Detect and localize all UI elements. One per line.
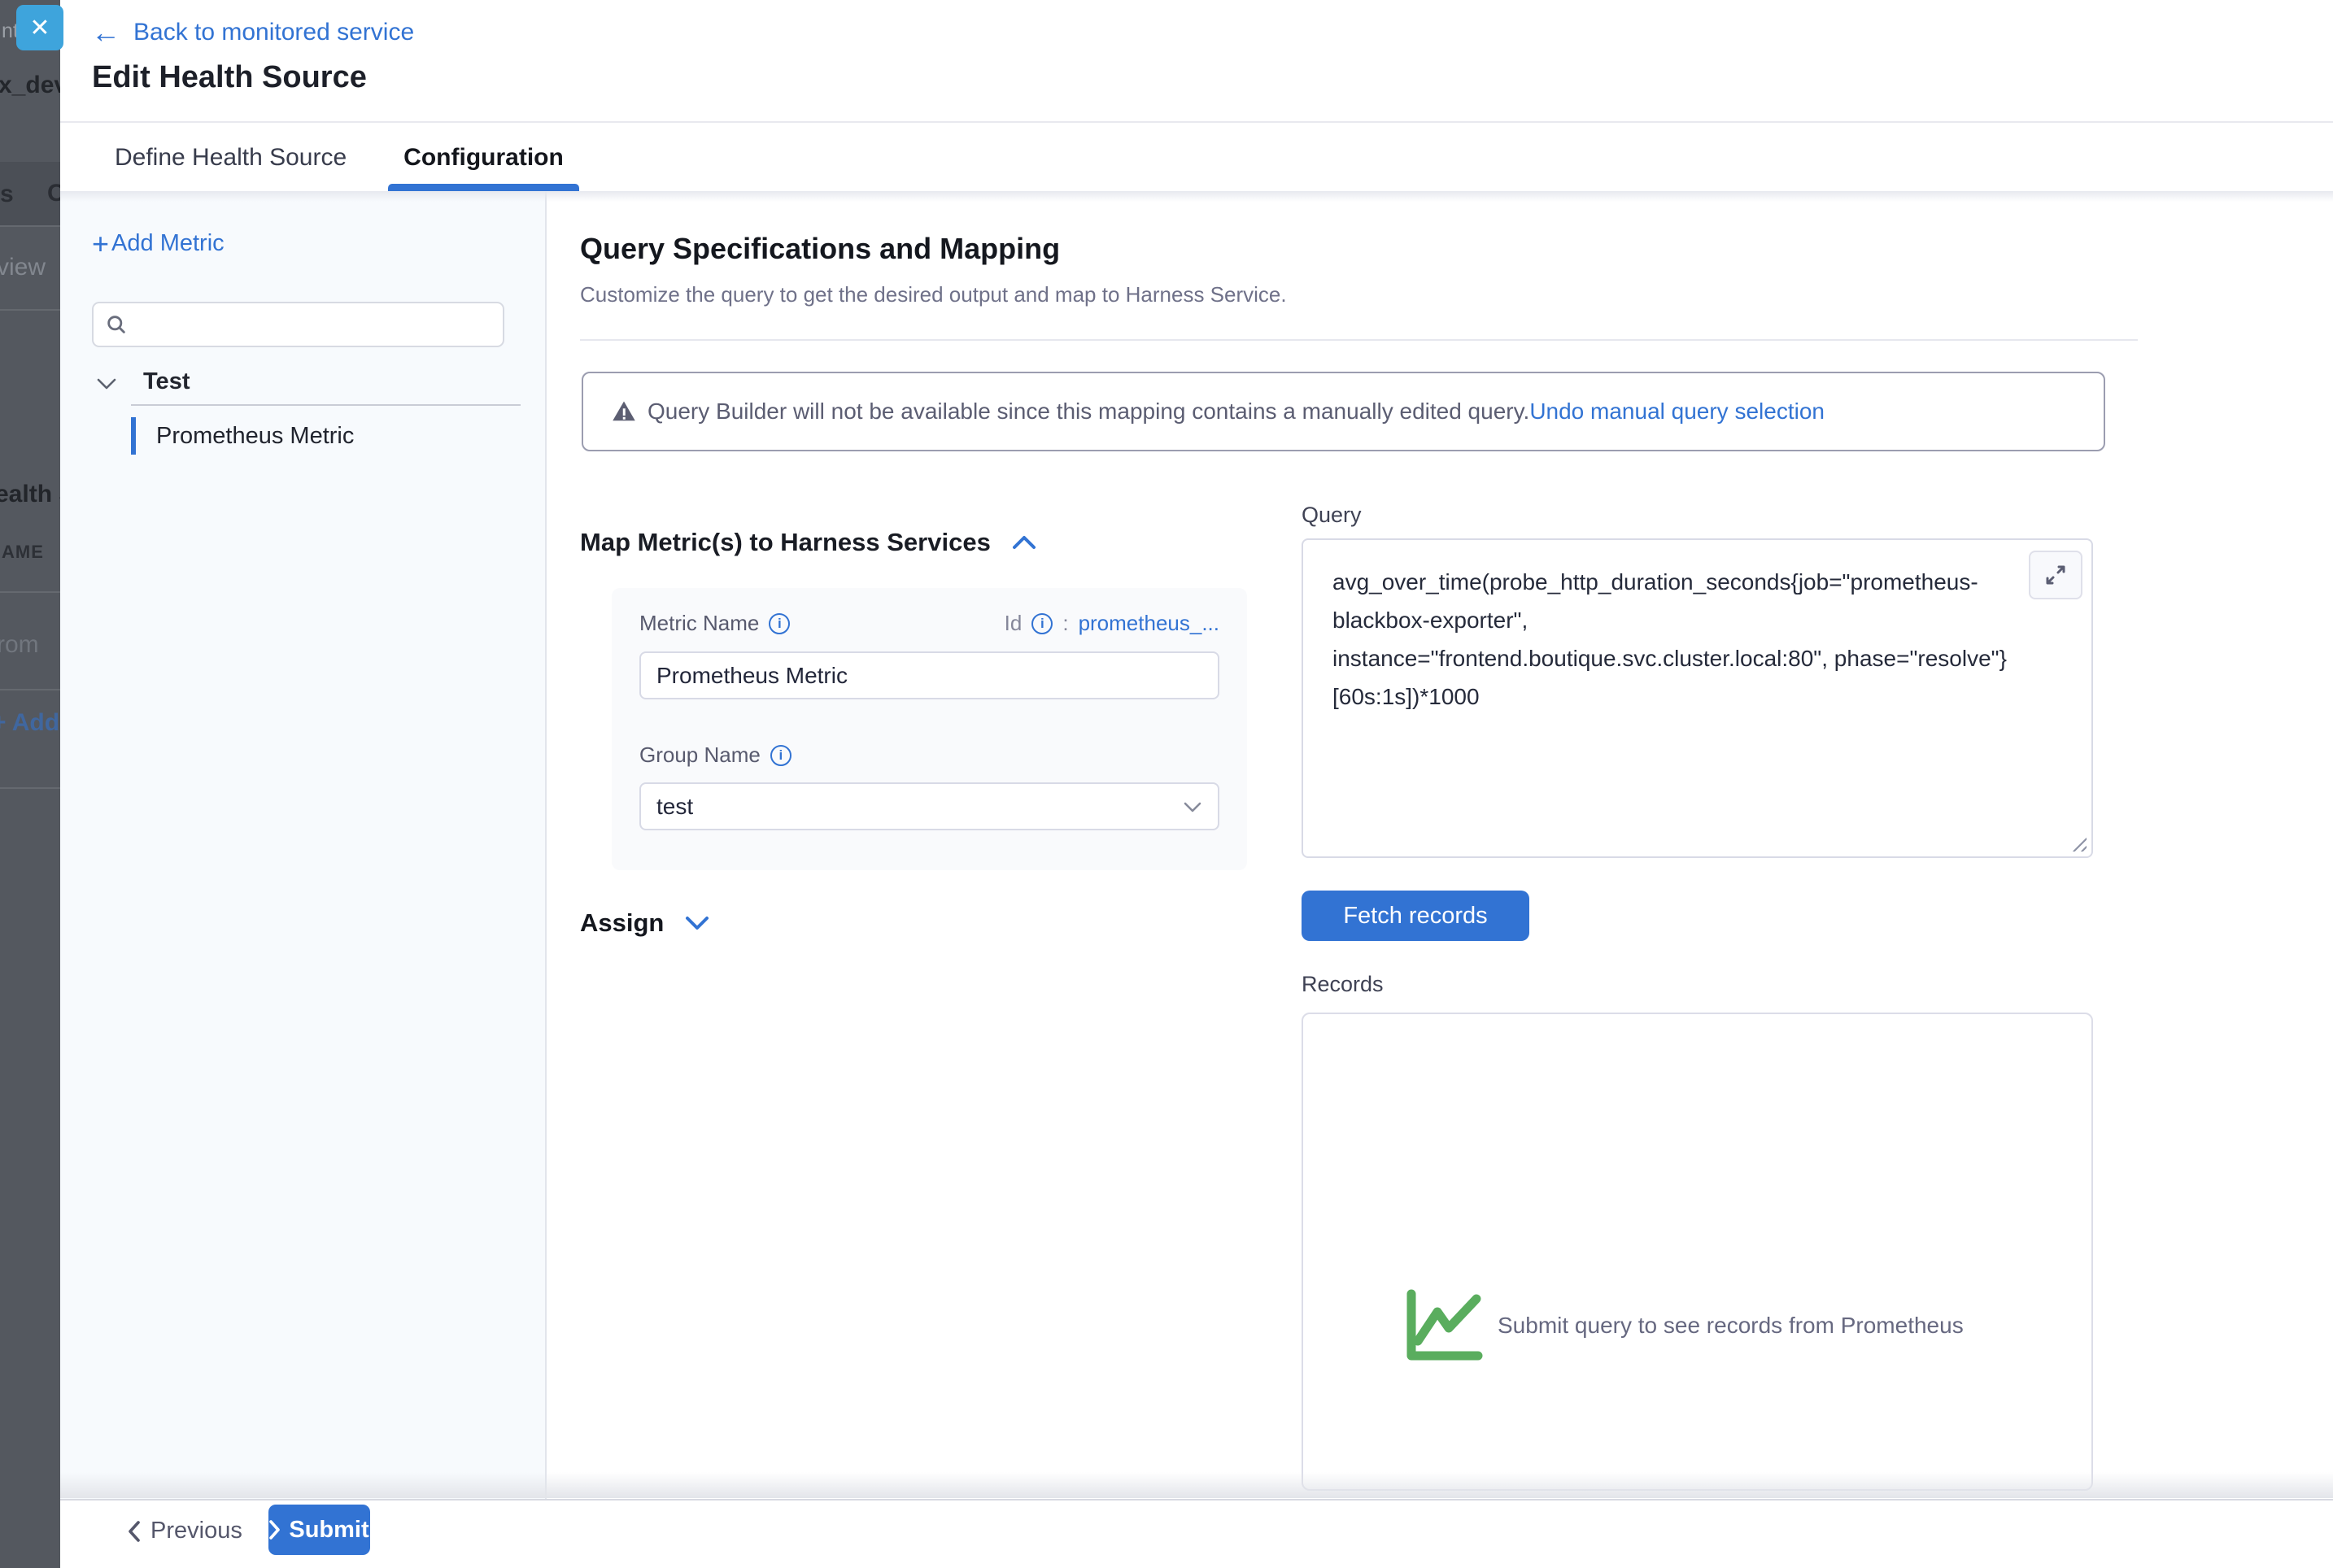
warning-icon	[612, 400, 636, 423]
background-fragment: view	[0, 254, 46, 281]
page-title: Edit Health Source	[92, 60, 367, 95]
search-input[interactable]	[136, 312, 494, 338]
background-fragment: C	[47, 180, 60, 207]
info-icon[interactable]: i	[769, 613, 790, 634]
tab-define-health-source[interactable]: Define Health Source	[115, 124, 347, 191]
background-divider	[0, 787, 60, 789]
close-icon: ✕	[29, 14, 50, 42]
add-metric-label: Add Metric	[111, 230, 225, 257]
group-name-value: test	[656, 794, 693, 820]
undo-manual-query-link[interactable]: Undo manual query selection	[1529, 399, 1825, 425]
query-line: instance="frontend.boutique.svc.cluster.…	[1332, 646, 2007, 671]
chevron-up-icon	[1012, 535, 1036, 550]
chevron-down-icon	[685, 916, 709, 930]
map-metrics-title: Map Metric(s) to Harness Services	[580, 528, 991, 557]
tab-bar: Define Health Source Configuration	[60, 124, 2333, 191]
tab-configuration[interactable]: Configuration	[388, 124, 579, 191]
id-separator: :	[1062, 611, 1068, 636]
submit-button[interactable]: Submit	[268, 1505, 370, 1555]
query-text: avg_over_time(probe_http_duration_second…	[1332, 563, 2040, 716]
warning-text: Query Builder will not be available sinc…	[648, 399, 1529, 425]
selected-indicator	[131, 417, 136, 455]
metric-item-label: Prometheus Metric	[156, 423, 354, 450]
sidebar-divider	[131, 404, 521, 406]
fetch-records-button[interactable]: Fetch records	[1302, 891, 1529, 941]
records-empty-state: Submit query to see records from Prometh…	[1405, 1289, 1964, 1362]
drawer-content: + Add Metric Test	[60, 191, 2333, 1499]
metric-name-input[interactable]	[639, 651, 1219, 699]
metric-group-label: Test	[143, 368, 190, 395]
tab-label: Define Health Source	[115, 144, 347, 172]
records-panel: Submit query to see records from Prometh…	[1302, 1013, 2093, 1491]
back-arrow-icon: ←	[91, 18, 120, 47]
screen: nt x_dev s C view ealth S AME rom + Add …	[0, 0, 2333, 1568]
records-label: Records	[1302, 972, 1384, 997]
background-fragment: rom	[0, 631, 39, 659]
background-divider	[0, 689, 60, 690]
info-icon[interactable]: i	[770, 745, 791, 766]
metric-name-label-text: Metric Name	[639, 611, 759, 636]
expand-query-button[interactable]	[2029, 551, 2082, 599]
back-link-label: Back to monitored service	[133, 19, 414, 46]
drawer-footer: Previous Submit	[60, 1499, 2333, 1568]
query-editor[interactable]: avg_over_time(probe_http_duration_second…	[1302, 538, 2093, 858]
tab-label: Configuration	[403, 144, 564, 172]
group-name-label-text: Group Name	[639, 743, 761, 768]
sidebar-item-prometheus-metric[interactable]: Prometheus Metric	[131, 417, 521, 455]
edit-health-source-drawer: ← Back to monitored service Edit Health …	[60, 0, 2333, 1568]
previous-button[interactable]: Previous	[128, 1518, 242, 1544]
chevron-right-icon	[269, 1520, 281, 1540]
back-to-monitored-service-link[interactable]: ← Back to monitored service	[91, 18, 414, 47]
query-label: Query	[1302, 503, 1362, 528]
plus-icon: +	[92, 232, 109, 256]
resize-handle[interactable]	[2067, 835, 2087, 852]
metric-group-row[interactable]: Test	[97, 368, 190, 395]
background-divider	[0, 309, 60, 311]
background-divider	[0, 225, 60, 227]
map-metrics-section-header[interactable]: Map Metric(s) to Harness Services	[580, 528, 1036, 557]
background-fragment: AME	[2, 542, 44, 563]
metric-name-label: Metric Name i	[639, 611, 790, 636]
section-divider	[580, 339, 2138, 341]
info-icon[interactable]: i	[1031, 613, 1053, 634]
background-fragment: ealth S	[0, 481, 60, 508]
chevron-down-icon	[97, 378, 116, 390]
records-empty-text: Submit query to see records from Prometh…	[1498, 1313, 1964, 1339]
metric-mapping-card: Metric Name i Id i : prometheus_... Grou…	[612, 588, 1247, 870]
metrics-sidebar: + Add Metric Test	[60, 191, 547, 1499]
background-fragment: s	[0, 181, 14, 208]
id-label: Id	[1005, 611, 1023, 636]
line-chart-icon	[1405, 1289, 1483, 1362]
metric-search-box	[92, 302, 504, 347]
section-subheading: Customize the query to get the desired o…	[580, 282, 1287, 307]
chevron-left-icon	[128, 1521, 141, 1542]
query-line: avg_over_time(probe_http_duration_second…	[1332, 569, 1978, 595]
close-drawer-button[interactable]: ✕	[16, 5, 63, 50]
query-line: [60s:1s])*1000	[1332, 684, 1480, 709]
group-name-label: Group Name i	[639, 743, 791, 768]
query-mapping-panel: Query Specifications and Mapping Customi…	[547, 191, 2333, 1499]
query-line: blackbox-exporter",	[1332, 608, 1528, 633]
add-metric-button[interactable]: + Add Metric	[92, 230, 225, 257]
group-name-select[interactable]: test	[639, 782, 1219, 830]
submit-label: Submit	[289, 1517, 368, 1544]
assign-section-header[interactable]: Assign	[580, 908, 709, 938]
drawer-header: ← Back to monitored service Edit Health …	[60, 0, 2333, 123]
dimmed-background-page: nt x_dev s C view ealth S AME rom + Add	[0, 0, 60, 1568]
metric-name-label-row: Metric Name i Id i : prometheus_...	[639, 611, 1219, 636]
background-fragment: x_dev	[0, 72, 60, 99]
background-fragment: + Add	[0, 709, 59, 737]
search-icon	[105, 313, 128, 336]
previous-label: Previous	[150, 1518, 242, 1544]
background-divider	[0, 591, 60, 593]
chevron-down-icon	[1184, 802, 1201, 813]
active-tab-indicator	[388, 184, 579, 191]
maximize-icon	[2043, 562, 2069, 588]
metric-id-link[interactable]: prometheus_...	[1079, 611, 1219, 636]
metric-id-row: Id i : prometheus_...	[1005, 611, 1219, 636]
section-heading: Query Specifications and Mapping	[580, 232, 1060, 266]
assign-title: Assign	[580, 908, 664, 938]
query-builder-warning-banner: Query Builder will not be available sinc…	[582, 372, 2105, 451]
